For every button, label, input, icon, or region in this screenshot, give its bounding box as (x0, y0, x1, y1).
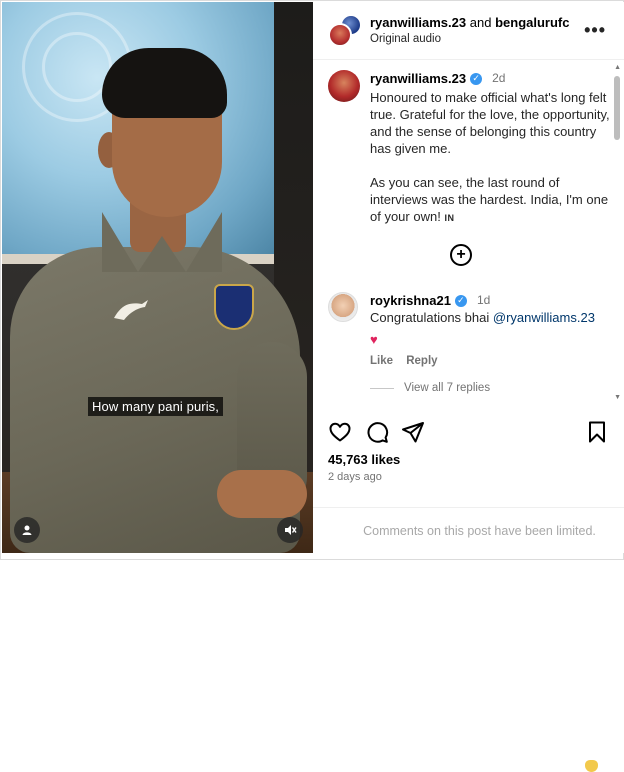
verified-badge-icon: ✓ (454, 294, 467, 307)
view-replies-button[interactable]: View all 7 replies (370, 382, 490, 394)
caption-username-link[interactable]: ryanwilliams.23 (370, 70, 466, 87)
club-crest (214, 284, 254, 330)
post-dialog: How many pani puris, ryanwilliams.23 and… (0, 0, 624, 772)
share-icon[interactable] (401, 420, 425, 444)
heart-emoji-icon: ♥ (370, 331, 378, 347)
commenter-avatar[interactable] (328, 292, 358, 322)
view-replies-label: View all 7 replies (404, 382, 491, 394)
post-age[interactable]: 2d (492, 70, 505, 87)
comment-icon[interactable] (365, 420, 389, 444)
scroll-up-arrow-icon[interactable]: ▲ (614, 64, 621, 71)
conjunction-text: and (469, 15, 492, 30)
collab-avatars[interactable] (328, 14, 362, 48)
video-player[interactable]: How many pani puris, (2, 2, 313, 553)
comment-text: Congratulations bhai @ryanwilliams.23 (370, 309, 615, 326)
caption-text: Honoured to make official what's long fe… (370, 89, 615, 227)
bookmark-icon[interactable] (585, 420, 609, 444)
post-header: ryanwilliams.23 and bengalurufc Original… (313, 2, 624, 60)
likes-count[interactable]: 45,763 likes (328, 452, 400, 467)
post-actions-bar: 45,763 likes 2 days ago (313, 408, 624, 518)
comments-limited-notice: Comments on this post have been limited. (313, 507, 624, 553)
comment-reply-button[interactable]: Reply (406, 355, 437, 367)
speaker-person (2, 2, 313, 553)
heart-icon[interactable] (328, 420, 352, 444)
post-side-panel: ryanwilliams.23 and bengalurufc Original… (313, 2, 624, 772)
folded-hands-emoji-icon (585, 760, 598, 772)
comment-actions: Like Reply (370, 353, 615, 370)
add-circle-icon[interactable]: + (450, 244, 472, 266)
caption-body: Honoured to make official what's long fe… (370, 90, 610, 224)
comment-like-button[interactable]: Like (370, 355, 393, 367)
verified-badge-icon: ✓ (470, 72, 483, 85)
post-timestamp[interactable]: 2 days ago (328, 471, 382, 483)
user-icon[interactable] (14, 517, 40, 543)
avatar-ryanwilliams[interactable] (328, 23, 352, 47)
comment-emojis: ♥ (370, 328, 615, 772)
mention-link[interactable]: @ryanwilliams.23 (493, 310, 595, 325)
username-bengalurufc-link[interactable]: bengalurufc (495, 15, 569, 30)
username-ryanwilliams-link[interactable]: ryanwilliams.23 (370, 15, 466, 30)
video-caption: How many pani puris, (88, 397, 223, 416)
muted-speaker-icon[interactable] (277, 517, 303, 543)
commenter-username-link[interactable]: roykrishna21 (370, 292, 451, 309)
scroll-down-arrow-icon[interactable]: ▼ (614, 394, 621, 401)
replies-divider (370, 387, 394, 389)
avatar[interactable] (328, 70, 360, 102)
india-flag-icon: IN (444, 213, 455, 223)
collab-usernames: ryanwilliams.23 and bengalurufc (370, 15, 569, 30)
original-audio-link[interactable]: Original audio (370, 33, 441, 45)
comment-age[interactable]: 1d (477, 292, 490, 309)
comment-body: Congratulations bhai (370, 310, 490, 325)
puma-logo (112, 298, 150, 324)
more-options-icon[interactable]: ••• (584, 20, 606, 41)
